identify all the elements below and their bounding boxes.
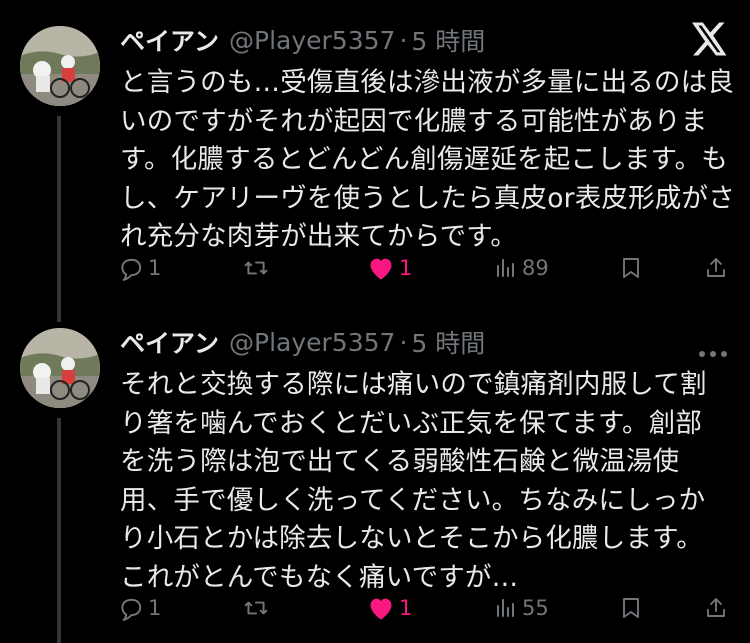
- reply-count: 1: [148, 256, 162, 280]
- heart-icon: [367, 595, 395, 621]
- timestamp[interactable]: 5 時間: [411, 22, 485, 58]
- reply-icon: [118, 255, 144, 281]
- action-bar: 1 1 55: [118, 588, 728, 628]
- thread-line: [57, 116, 61, 322]
- display-name[interactable]: ペイアン: [120, 324, 219, 360]
- like-button[interactable]: 1: [367, 248, 412, 288]
- reply-button[interactable]: 1: [118, 588, 161, 628]
- share-icon: [704, 595, 728, 621]
- tweet-text: と言うのも…受傷直後は滲出液が多量に出るのは良 いのですがそれが起因で化膿する可…: [120, 67, 735, 252]
- display-name[interactable]: ペイアン: [120, 22, 219, 58]
- handle[interactable]: @Player5357: [229, 328, 395, 357]
- thread-line: [57, 418, 61, 643]
- reply-button[interactable]: 1: [118, 248, 161, 288]
- separator: ·: [399, 327, 408, 357]
- analytics-icon: [494, 596, 518, 620]
- tweet[interactable]: ペイアン @Player5357 · 5 時間 それと交換する際には痛いので鎮痛…: [0, 322, 750, 643]
- action-bar: 1 1 89: [118, 248, 728, 288]
- retweet-button[interactable]: [242, 248, 274, 288]
- bookmark-button[interactable]: [619, 588, 643, 628]
- handle[interactable]: @Player5357: [229, 26, 395, 55]
- retweet-button[interactable]: [242, 588, 274, 628]
- retweet-icon: [242, 255, 270, 281]
- tweet-header: ペイアン @Player5357 · 5 時間: [120, 322, 485, 362]
- heart-icon: [367, 255, 395, 281]
- tweet[interactable]: ペイアン @Player5357 · 5 時間 と言うのも…受傷直後は滲出液が多…: [0, 20, 750, 322]
- more-icon: [698, 343, 728, 362]
- avatar[interactable]: [20, 26, 100, 106]
- timestamp[interactable]: 5 時間: [411, 324, 485, 360]
- retweet-icon: [242, 595, 270, 621]
- like-count: 1: [399, 256, 413, 280]
- view-count: 89: [522, 256, 549, 280]
- bookmark-icon: [619, 595, 643, 621]
- bookmark-button[interactable]: [619, 248, 643, 288]
- separator: ·: [399, 25, 408, 55]
- share-button[interactable]: [704, 588, 728, 628]
- like-button[interactable]: 1: [367, 588, 412, 628]
- reply-icon: [118, 595, 144, 621]
- views-button[interactable]: 89: [494, 248, 549, 288]
- bookmark-icon: [619, 255, 643, 281]
- view-count: 55: [522, 596, 549, 620]
- views-button[interactable]: 55: [494, 588, 549, 628]
- like-count: 1: [399, 596, 413, 620]
- avatar[interactable]: [20, 328, 100, 408]
- share-button[interactable]: [704, 248, 728, 288]
- analytics-icon: [494, 256, 518, 280]
- tweet-header: ペイアン @Player5357 · 5 時間: [120, 20, 485, 60]
- reply-count: 1: [148, 596, 162, 620]
- tweet-text: それと交換する際には痛いので鎮痛剤内服して割 り箸を噛んでおくとだいぶ正気を保て…: [120, 369, 707, 593]
- share-icon: [704, 255, 728, 281]
